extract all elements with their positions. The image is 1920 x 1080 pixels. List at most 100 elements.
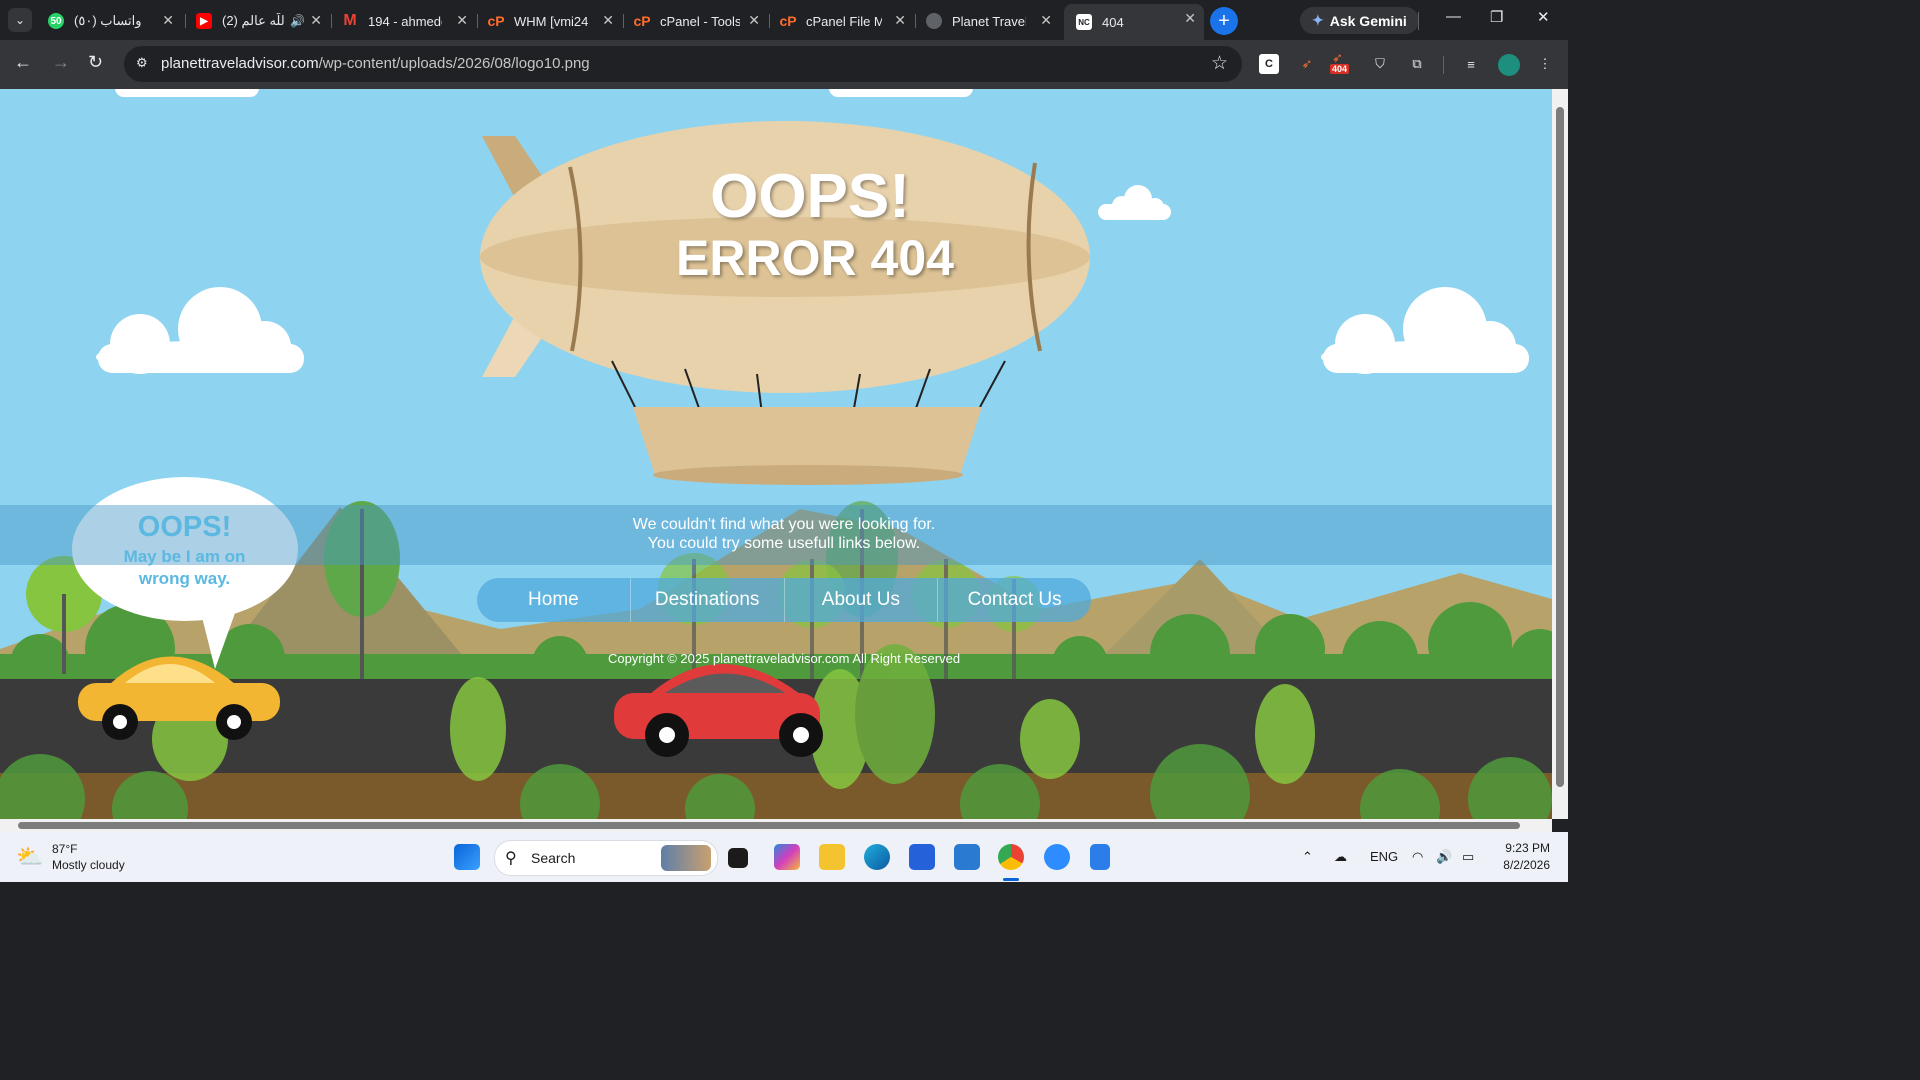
tab-title: (2) اللّه عالم bbox=[222, 13, 284, 28]
scrollbar-thumb[interactable] bbox=[1556, 107, 1564, 787]
tab-youtube[interactable]: ▶ (2) اللّه عالم 🔊 ✕ bbox=[184, 6, 330, 36]
new-tab-button[interactable]: + bbox=[1210, 7, 1238, 35]
url-path: /wp-content/uploads/2026/08/logo10.png bbox=[318, 55, 590, 72]
extension-404-icon[interactable]: ➶ 404 bbox=[1330, 50, 1352, 74]
url-domain: planettraveladvisor.com bbox=[161, 55, 319, 72]
file-explorer-icon[interactable] bbox=[819, 844, 845, 870]
plus-icon: + bbox=[1218, 9, 1230, 32]
tab-title: واتساب (٥٠) bbox=[74, 13, 142, 28]
bubble-line-1: May be I am on bbox=[123, 547, 246, 566]
tab-404[interactable]: NC 404 ✕ bbox=[1064, 4, 1204, 40]
system-clock[interactable]: 9:23 PM 8/2/2026 bbox=[1488, 840, 1550, 874]
restore-icon[interactable]: ❐ bbox=[1490, 8, 1503, 26]
bookmark-star-icon[interactable]: ☆ bbox=[1211, 52, 1228, 75]
taskbar-search[interactable]: ⚲ Search bbox=[494, 840, 718, 876]
url-text[interactable]: planettraveladvisor.com/wp-content/uploa… bbox=[161, 55, 590, 72]
zoom-icon[interactable] bbox=[1044, 844, 1070, 870]
weather-temperature: 87°F bbox=[52, 842, 78, 856]
tab-title: Planet Travel A bbox=[952, 13, 1026, 29]
tab-search-button[interactable]: ⌄ bbox=[8, 8, 32, 32]
profile-avatar[interactable] bbox=[1498, 54, 1520, 76]
cloud bbox=[115, 89, 973, 97]
extension-badge: 404 bbox=[1330, 64, 1350, 74]
close-icon[interactable]: ✕ bbox=[748, 12, 760, 29]
language-indicator[interactable]: ENG bbox=[1370, 849, 1398, 864]
weather-cloud-sun-icon[interactable]: ⛅ bbox=[16, 844, 43, 870]
chevron-up-icon[interactable]: ⌃ bbox=[1302, 849, 1313, 865]
copyright-text: Copyright © 2025 planettraveladvisor.com… bbox=[607, 651, 961, 666]
nav-link-home[interactable]: Home bbox=[477, 578, 631, 622]
extensions-puzzle-icon[interactable]: ⧉ bbox=[1407, 54, 1427, 74]
bubble-line-2: wrong way. bbox=[138, 569, 231, 588]
tab-whm[interactable]: cP WHM [vmi24 ✕ bbox=[476, 6, 622, 36]
extension-shield-icon[interactable]: ⛉ bbox=[1370, 54, 1390, 74]
search-icon: ⚲ bbox=[505, 850, 517, 867]
search-highlight-image bbox=[661, 845, 711, 871]
clock-time: 9:23 PM bbox=[1505, 841, 1550, 855]
volume-icon[interactable]: 🔊 bbox=[1436, 849, 1452, 865]
page-icon: NC bbox=[1076, 14, 1092, 30]
reload-icon[interactable]: ↻ bbox=[88, 52, 103, 73]
nav-link-destinations[interactable]: Destinations bbox=[631, 578, 785, 622]
task-view-icon[interactable] bbox=[728, 848, 748, 868]
chrome-icon[interactable] bbox=[998, 844, 1024, 870]
chevron-down-icon: ⌄ bbox=[14, 13, 26, 27]
close-icon[interactable]: ✕ bbox=[1184, 10, 1196, 27]
forward-icon[interactable]: → bbox=[52, 52, 70, 73]
speech-bubble-text: OOPS! May be I am on wrong way. bbox=[72, 479, 297, 624]
microsoft-store-icon[interactable] bbox=[909, 844, 935, 870]
menu-kebab-icon[interactable]: ⋮ bbox=[1535, 54, 1555, 74]
close-icon[interactable]: ✕ bbox=[1040, 12, 1052, 29]
oops-headline: OOPS! bbox=[710, 162, 910, 231]
minimize-icon[interactable]: — bbox=[1446, 8, 1461, 25]
tab-title: WHM [vmi24 bbox=[514, 13, 589, 29]
ask-gemini-button[interactable]: ✦ Ask Gemini bbox=[1300, 7, 1419, 34]
edge-icon[interactable] bbox=[864, 844, 890, 870]
ask-gemini-label: Ask Gemini bbox=[1329, 12, 1407, 29]
close-icon[interactable]: ✕ bbox=[602, 12, 614, 29]
wifi-icon[interactable]: ◠ bbox=[1412, 849, 1423, 865]
tab-title: cPanel - Tools bbox=[660, 13, 740, 29]
battery-icon[interactable]: ▭ bbox=[1462, 849, 1474, 865]
weather-widget[interactable]: 87°F Mostly cloudy bbox=[52, 841, 125, 873]
error-code: ERROR 404 bbox=[676, 230, 954, 286]
windows-taskbar: ⛅ 87°F Mostly cloudy ⚲ Search ⌃ ☁ ENG ◠ … bbox=[0, 832, 1568, 882]
globe-icon bbox=[926, 13, 942, 29]
extension-rocket-icon[interactable]: ➶ bbox=[1297, 54, 1317, 74]
media-control-icon[interactable]: ≡ bbox=[1461, 54, 1481, 74]
vscode-icon[interactable] bbox=[954, 844, 980, 870]
address-bar[interactable]: ⚙ planettraveladvisor.com/wp-content/upl… bbox=[124, 46, 1242, 82]
close-icon[interactable]: ✕ bbox=[162, 12, 174, 29]
speaker-icon[interactable]: 🔊 bbox=[290, 14, 305, 28]
extension-c-icon[interactable]: C bbox=[1259, 54, 1279, 74]
tab-cpanel-file-manager[interactable]: cP cPanel File M ✕ bbox=[768, 6, 914, 36]
close-icon[interactable]: ✕ bbox=[894, 12, 906, 29]
error-nav-menu: Home Destinations About Us Contact Us bbox=[477, 578, 1091, 622]
cloud-off-icon[interactable]: ☁ bbox=[1334, 849, 1347, 865]
tab-cpanel-tools[interactable]: cP cPanel - Tools ✕ bbox=[622, 6, 768, 36]
back-icon[interactable]: ← bbox=[14, 52, 32, 73]
notepad-icon[interactable] bbox=[1090, 844, 1110, 870]
horizontal-scrollbar[interactable] bbox=[0, 819, 1552, 832]
m365-copilot-icon[interactable] bbox=[774, 844, 800, 870]
ground bbox=[0, 773, 1552, 819]
tab-planet-travel[interactable]: Planet Travel A ✕ bbox=[914, 6, 1060, 36]
tab-title: cPanel File M bbox=[806, 13, 882, 29]
vertical-scrollbar[interactable] bbox=[1552, 89, 1568, 819]
cloud-small bbox=[1098, 185, 1171, 220]
tab-gmail[interactable]: M 194 - ahmedo ✕ bbox=[330, 6, 476, 36]
windows-start-icon[interactable] bbox=[454, 844, 480, 870]
bubble-subtitle: May be I am on wrong way. bbox=[72, 546, 297, 590]
cpanel-icon: cP bbox=[487, 13, 505, 29]
close-icon[interactable]: ✕ bbox=[456, 12, 468, 29]
tab-whatsapp[interactable]: 50 واتساب (٥٠) ✕ bbox=[36, 6, 182, 36]
browser-toolbar: ← → ↻ ⚙ planettraveladvisor.com/wp-conte… bbox=[0, 40, 1568, 89]
close-window-icon[interactable]: ✕ bbox=[1537, 8, 1550, 26]
nav-link-about-us[interactable]: About Us bbox=[785, 578, 939, 622]
site-info-icon[interactable]: ⚙ bbox=[136, 55, 148, 71]
bubble-title: OOPS! bbox=[137, 511, 232, 543]
gemini-sparkle-icon: ✦ bbox=[1312, 12, 1324, 28]
close-icon[interactable]: ✕ bbox=[310, 12, 322, 29]
nav-link-contact-us[interactable]: Contact Us bbox=[938, 578, 1091, 622]
scrollbar-thumb[interactable] bbox=[18, 822, 1520, 829]
